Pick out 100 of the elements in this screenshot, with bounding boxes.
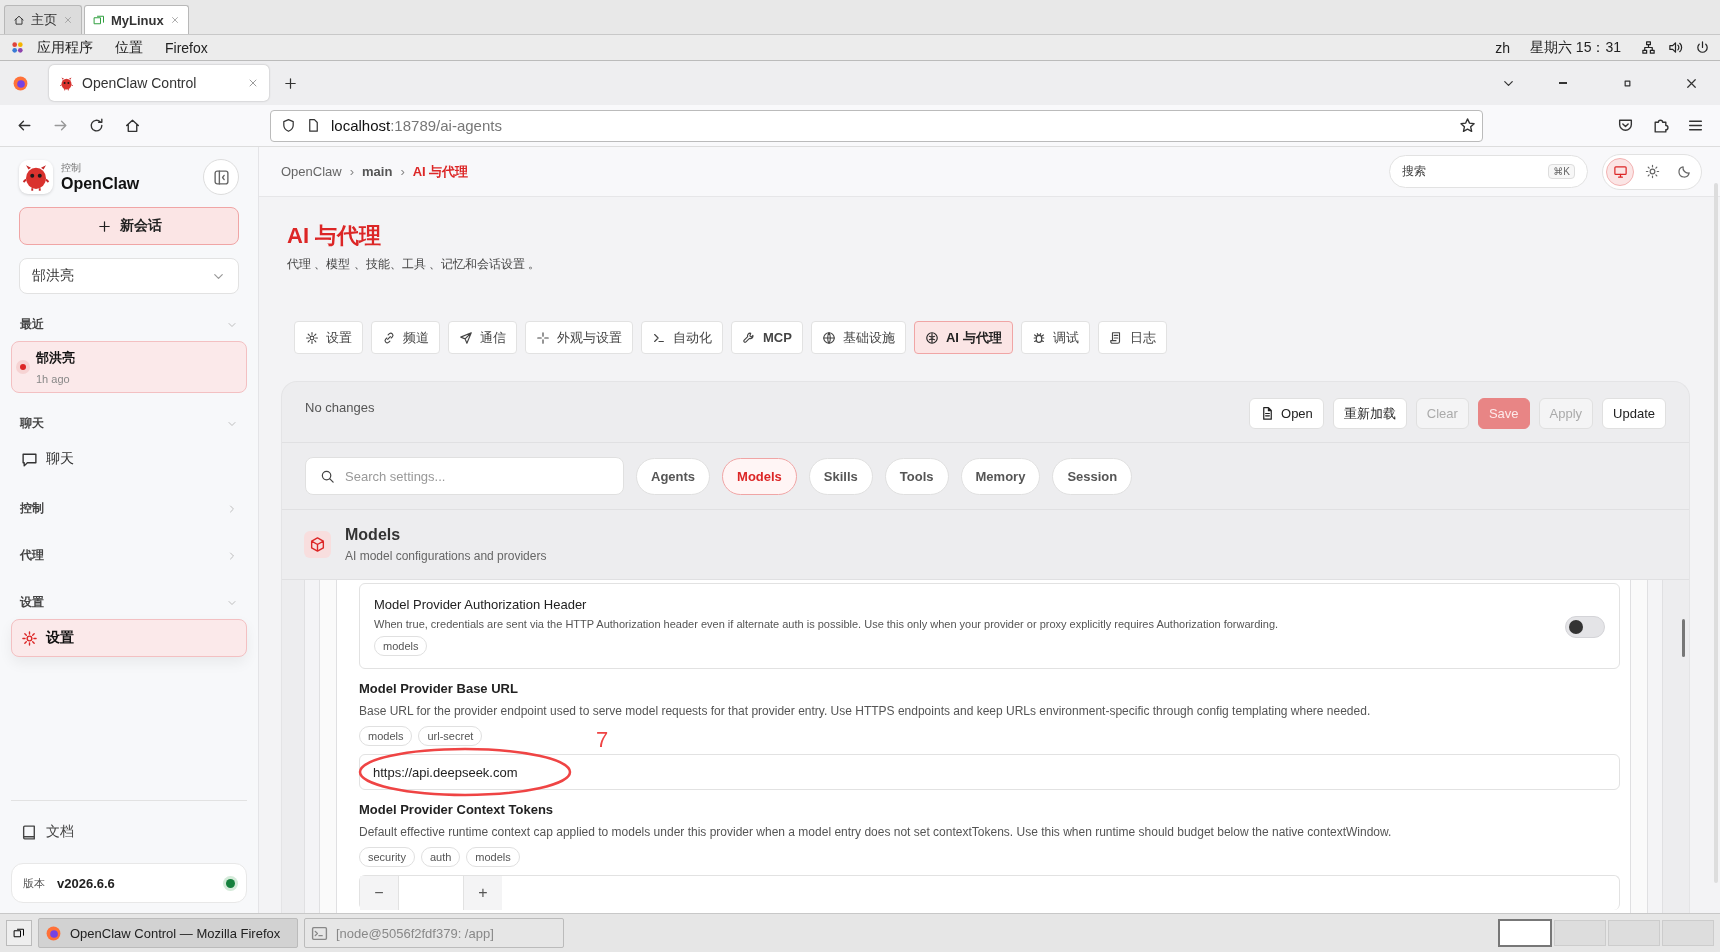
close-icon [169, 15, 180, 25]
action-button[interactable]: Open [1249, 398, 1324, 429]
puzzle-icon [1652, 117, 1669, 134]
spark-icon [536, 330, 550, 345]
theme-mode-button[interactable] [1606, 157, 1634, 186]
settings-tab[interactable]: 通信 [448, 321, 517, 354]
breadcrumb-item[interactable]: main [362, 164, 393, 179]
shortcut-hint: ⌘K [1548, 164, 1575, 179]
nav-item[interactable]: 设置 [11, 619, 247, 657]
mascot-logo-icon [21, 162, 51, 192]
nav-item[interactable]: 聊天 [11, 440, 247, 478]
section-subtitle: AI model configurations and providers [345, 549, 547, 563]
section-header[interactable]: 聊天 [11, 415, 247, 432]
close-icon [63, 15, 73, 25]
section-title: Models [345, 526, 402, 544]
action-button[interactable]: Update [1602, 398, 1666, 429]
file-icon [1260, 406, 1275, 421]
home-icon [124, 117, 141, 134]
menu-item[interactable]: Firefox [165, 39, 208, 56]
power-icon [1695, 40, 1710, 55]
session-item[interactable]: 郜洪亮 1h ago [11, 341, 247, 393]
setting-description: Default effective runtime context cap applied to models under this provider when a model entry does not set contextTokens. Use this when runtime should budget below the native contextWindow. [359, 825, 1393, 839]
desktop-tab[interactable]: 主页 [4, 5, 82, 34]
toggle-switch[interactable] [1565, 615, 1605, 638]
version-number: v2026.6.6 [57, 875, 115, 891]
setting-description: When true, credentials are sent via the HTTP Authorization header even if alternate auth is possible. Use this only when your provider or proxy explicitly requires Authorization forwarding. [374, 618, 1280, 630]
pocket-icon [1617, 117, 1634, 134]
setting-description: Base URL for the provider endpoint used to serve model requests for that provider entry. Use HTTPS endpoints and keep URLs environment-specific through config templating where needed. [359, 704, 1372, 718]
menu-item[interactable]: 位置 [115, 38, 143, 57]
section-header[interactable]: 设置 [11, 594, 247, 611]
category-pill[interactable]: Agents [636, 457, 711, 495]
section-header[interactable]: 最近 [11, 316, 247, 333]
show-desktop-button[interactable] [6, 920, 32, 946]
breadcrumb-item[interactable]: OpenClaw [281, 164, 342, 179]
speaker-icon [1668, 40, 1683, 55]
chat-icon [21, 450, 38, 468]
home-icon [13, 14, 25, 26]
plus-icon [283, 75, 298, 91]
menu-item[interactable]: 应用程序 [37, 38, 93, 57]
version-label: 版本 [23, 875, 45, 891]
setting-title: Model Provider Context Tokens [359, 802, 555, 817]
settings-tab[interactable]: AI 与代理 [913, 321, 1013, 354]
url-text: localhost:18789/ai-agents [331, 117, 502, 134]
search-field[interactable]: 搜索 ⌘K [1389, 155, 1588, 188]
increment-button[interactable]: + [464, 876, 502, 910]
breadcrumb-separator: › [349, 164, 355, 179]
settings-tab[interactable]: MCP [731, 321, 803, 354]
settings-tab[interactable]: 设置 [294, 321, 363, 354]
new-session-button[interactable]: 新会话 [19, 207, 239, 245]
prompt-icon [311, 924, 328, 942]
settings-tab[interactable]: 外观与设置 [525, 321, 633, 354]
browser-logo-icon[interactable] [12, 74, 29, 92]
tab-label: MyLinux [111, 12, 164, 28]
section-header[interactable]: 控制 [11, 500, 247, 517]
mascot-logo-icon [59, 75, 74, 91]
tab-title: OpenClaw Control [82, 75, 198, 91]
category-pill[interactable]: Models [722, 457, 797, 495]
window-icon [13, 927, 25, 939]
breadcrumb-item: AI 与代理 [412, 162, 469, 181]
settings-tab[interactable]: 日志 [1097, 321, 1167, 354]
apps-icon [10, 40, 25, 55]
setting-title: Model Provider Base URL [359, 681, 519, 696]
agent-select[interactable]: 郜洪亮 [19, 258, 239, 294]
annotation-number: 7 [596, 728, 609, 752]
book-icon [21, 823, 38, 841]
url-input[interactable]: https://api.deepseek.com [359, 754, 1620, 790]
page-title: AI 与代理 [287, 222, 383, 250]
category-pill[interactable]: Skills [808, 457, 873, 495]
gear-icon [21, 629, 38, 647]
settings-tab[interactable]: 自动化 [641, 321, 723, 354]
browser-tab[interactable]: OpenClaw Control [49, 65, 269, 101]
brand-name: OpenClaw [61, 175, 140, 193]
settings-tab[interactable]: 基础设施 [810, 321, 906, 354]
settings-tab[interactable]: 调试 [1020, 321, 1090, 354]
settings-tab[interactable]: 频道 [371, 321, 440, 354]
clock[interactable]: 星期六 15：31 [1529, 38, 1621, 57]
close-icon [247, 77, 259, 89]
action-button[interactable]: 重新加载 [1332, 398, 1407, 429]
category-pill[interactable]: Memory [960, 457, 1041, 495]
shield-icon [281, 118, 296, 133]
section-header[interactable]: 代理 [11, 547, 247, 564]
reload-icon [88, 117, 105, 134]
docs-link[interactable]: 文档 [11, 813, 247, 851]
workspace-button[interactable] [1498, 919, 1552, 947]
collapse-sidebar-button[interactable] [203, 159, 239, 195]
decrement-button[interactable]: − [360, 876, 398, 910]
gear-icon [305, 330, 319, 345]
star-icon [1459, 117, 1476, 134]
breadcrumb-separator: › [400, 164, 405, 179]
taskbar-item[interactable]: OpenClaw Control — Mozilla Firefox [38, 918, 298, 948]
keyboard-language[interactable]: zh [1495, 39, 1510, 56]
sun-icon [1644, 164, 1660, 179]
address-bar[interactable]: localhost:18789/ai-agents [270, 109, 1483, 142]
category-pill[interactable]: Tools [884, 457, 949, 495]
desktop-tab[interactable]: MyLinux [84, 5, 189, 34]
browser-logo-icon [45, 924, 62, 942]
globe-icon [821, 330, 836, 345]
send-icon [459, 330, 473, 345]
category-pill[interactable]: Session [1052, 457, 1133, 495]
plus-icon [96, 218, 112, 234]
